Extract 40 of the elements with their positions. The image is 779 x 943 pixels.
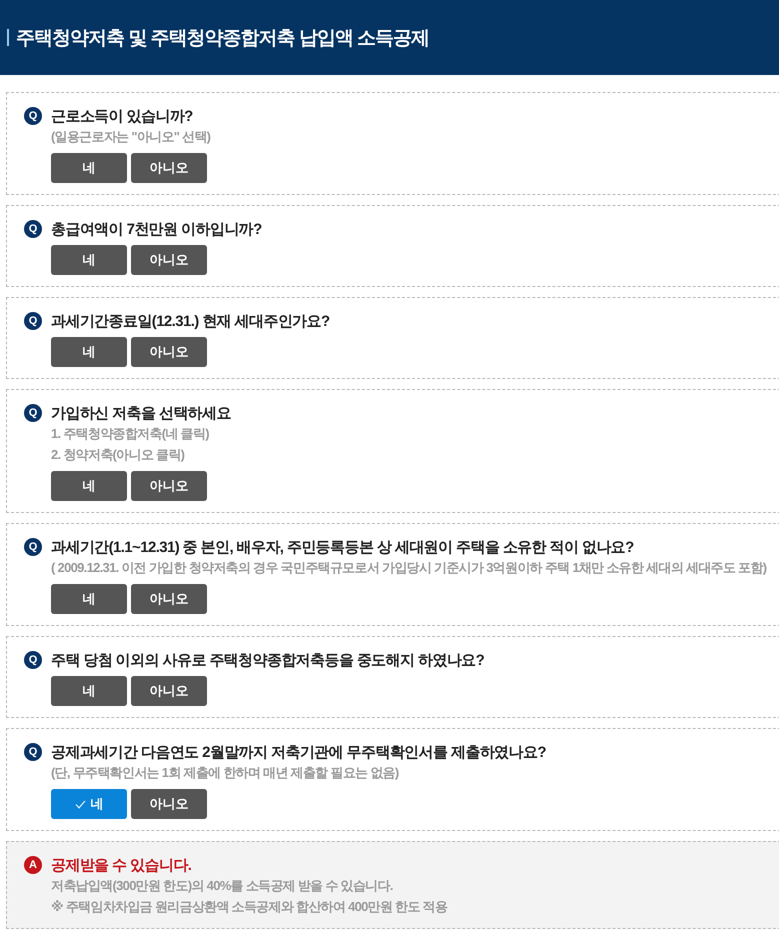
answer-button[interactable]: 아니오 xyxy=(131,789,207,819)
answer-button[interactable]: 아니오 xyxy=(131,337,207,367)
question-marker: Q xyxy=(24,743,42,761)
answer-button[interactable]: 네 xyxy=(51,153,127,183)
title-accent-bar xyxy=(7,29,9,46)
question-marker: Q xyxy=(24,651,42,669)
answer-button[interactable]: 네 xyxy=(51,245,127,275)
question-text: 공제과세기간 다음연도 2월말까지 저축기관에 무주택확인서를 제출하였나요? xyxy=(51,742,546,762)
question-marker: Q xyxy=(24,107,42,125)
answer-note: 저축납입액(300만원 한도)의 40%를 소득공제 받을 수 있습니다. xyxy=(51,877,393,895)
question-text: 가입하신 저축을 선택하세요 xyxy=(51,404,231,422)
answer-button[interactable]: 아니오 xyxy=(131,153,207,183)
question-marker: Q xyxy=(24,220,42,238)
question-text: 과세기간(1.1~12.31) 중 본인, 배우자, 주민등록등본 상 세대원이 주택을 소유한 적이 없나요? xyxy=(51,538,634,556)
answer-title: 공제받을 수 있습니다. xyxy=(51,856,192,874)
question-note: 2. 청약저축(아니오 클릭) xyxy=(51,446,184,464)
question-text: 주택 당첨 이외의 사유로 주택청약종합저축등을 중도해지 하였나요? xyxy=(51,650,484,670)
answer-button[interactable]: 아니오 xyxy=(131,676,207,706)
question-marker: Q xyxy=(24,404,42,422)
answer-button[interactable]: 네 xyxy=(51,337,127,367)
question-text: 총급여액이 7천만원 이하입니까? xyxy=(51,220,262,238)
answer-note: ※ 주택임차차입금 원리금상환액 소득공제와 합산하여 400만원 한도 적용 xyxy=(51,898,448,916)
question-text: 과세기간종료일(12.31.) 현재 세대주인가요? xyxy=(51,312,330,330)
question-note: (일용근로자는 "아니오" 선택) xyxy=(51,128,210,146)
question-note: (단, 무주택확인서는 1회 제출에 한하며 매년 제출할 필요는 없음) xyxy=(51,764,398,782)
answer-button[interactable]: 아니오 xyxy=(131,471,207,501)
question-marker: Q xyxy=(24,538,42,556)
answer-button[interactable]: 네 xyxy=(51,676,127,706)
answer-marker: A xyxy=(24,856,42,874)
question-note: ( 2009.12.31. 이전 가입한 청약저축의 경우 국민주택규모로서 가입당시 기준시가 3억원이하 주택 1채만 소유한 세대의 세대주도 포함) xyxy=(51,559,766,577)
check-icon xyxy=(74,800,86,808)
answer-button[interactable]: 네 xyxy=(51,471,127,501)
answer-button[interactable]: 아니오 xyxy=(131,584,207,614)
answer-button[interactable]: 네 xyxy=(51,789,127,819)
answer-button[interactable]: 네 xyxy=(51,584,127,614)
question-note: 1. 주택청약종합저축(네 클릭) xyxy=(51,425,209,443)
question-marker: Q xyxy=(24,312,42,330)
page-title: 주택청약저축 및 주택청약종합저축 납입액 소득공제 xyxy=(16,26,430,50)
question-text: 근로소득이 있습니까? xyxy=(51,106,193,126)
answer-button[interactable]: 아니오 xyxy=(131,245,207,275)
